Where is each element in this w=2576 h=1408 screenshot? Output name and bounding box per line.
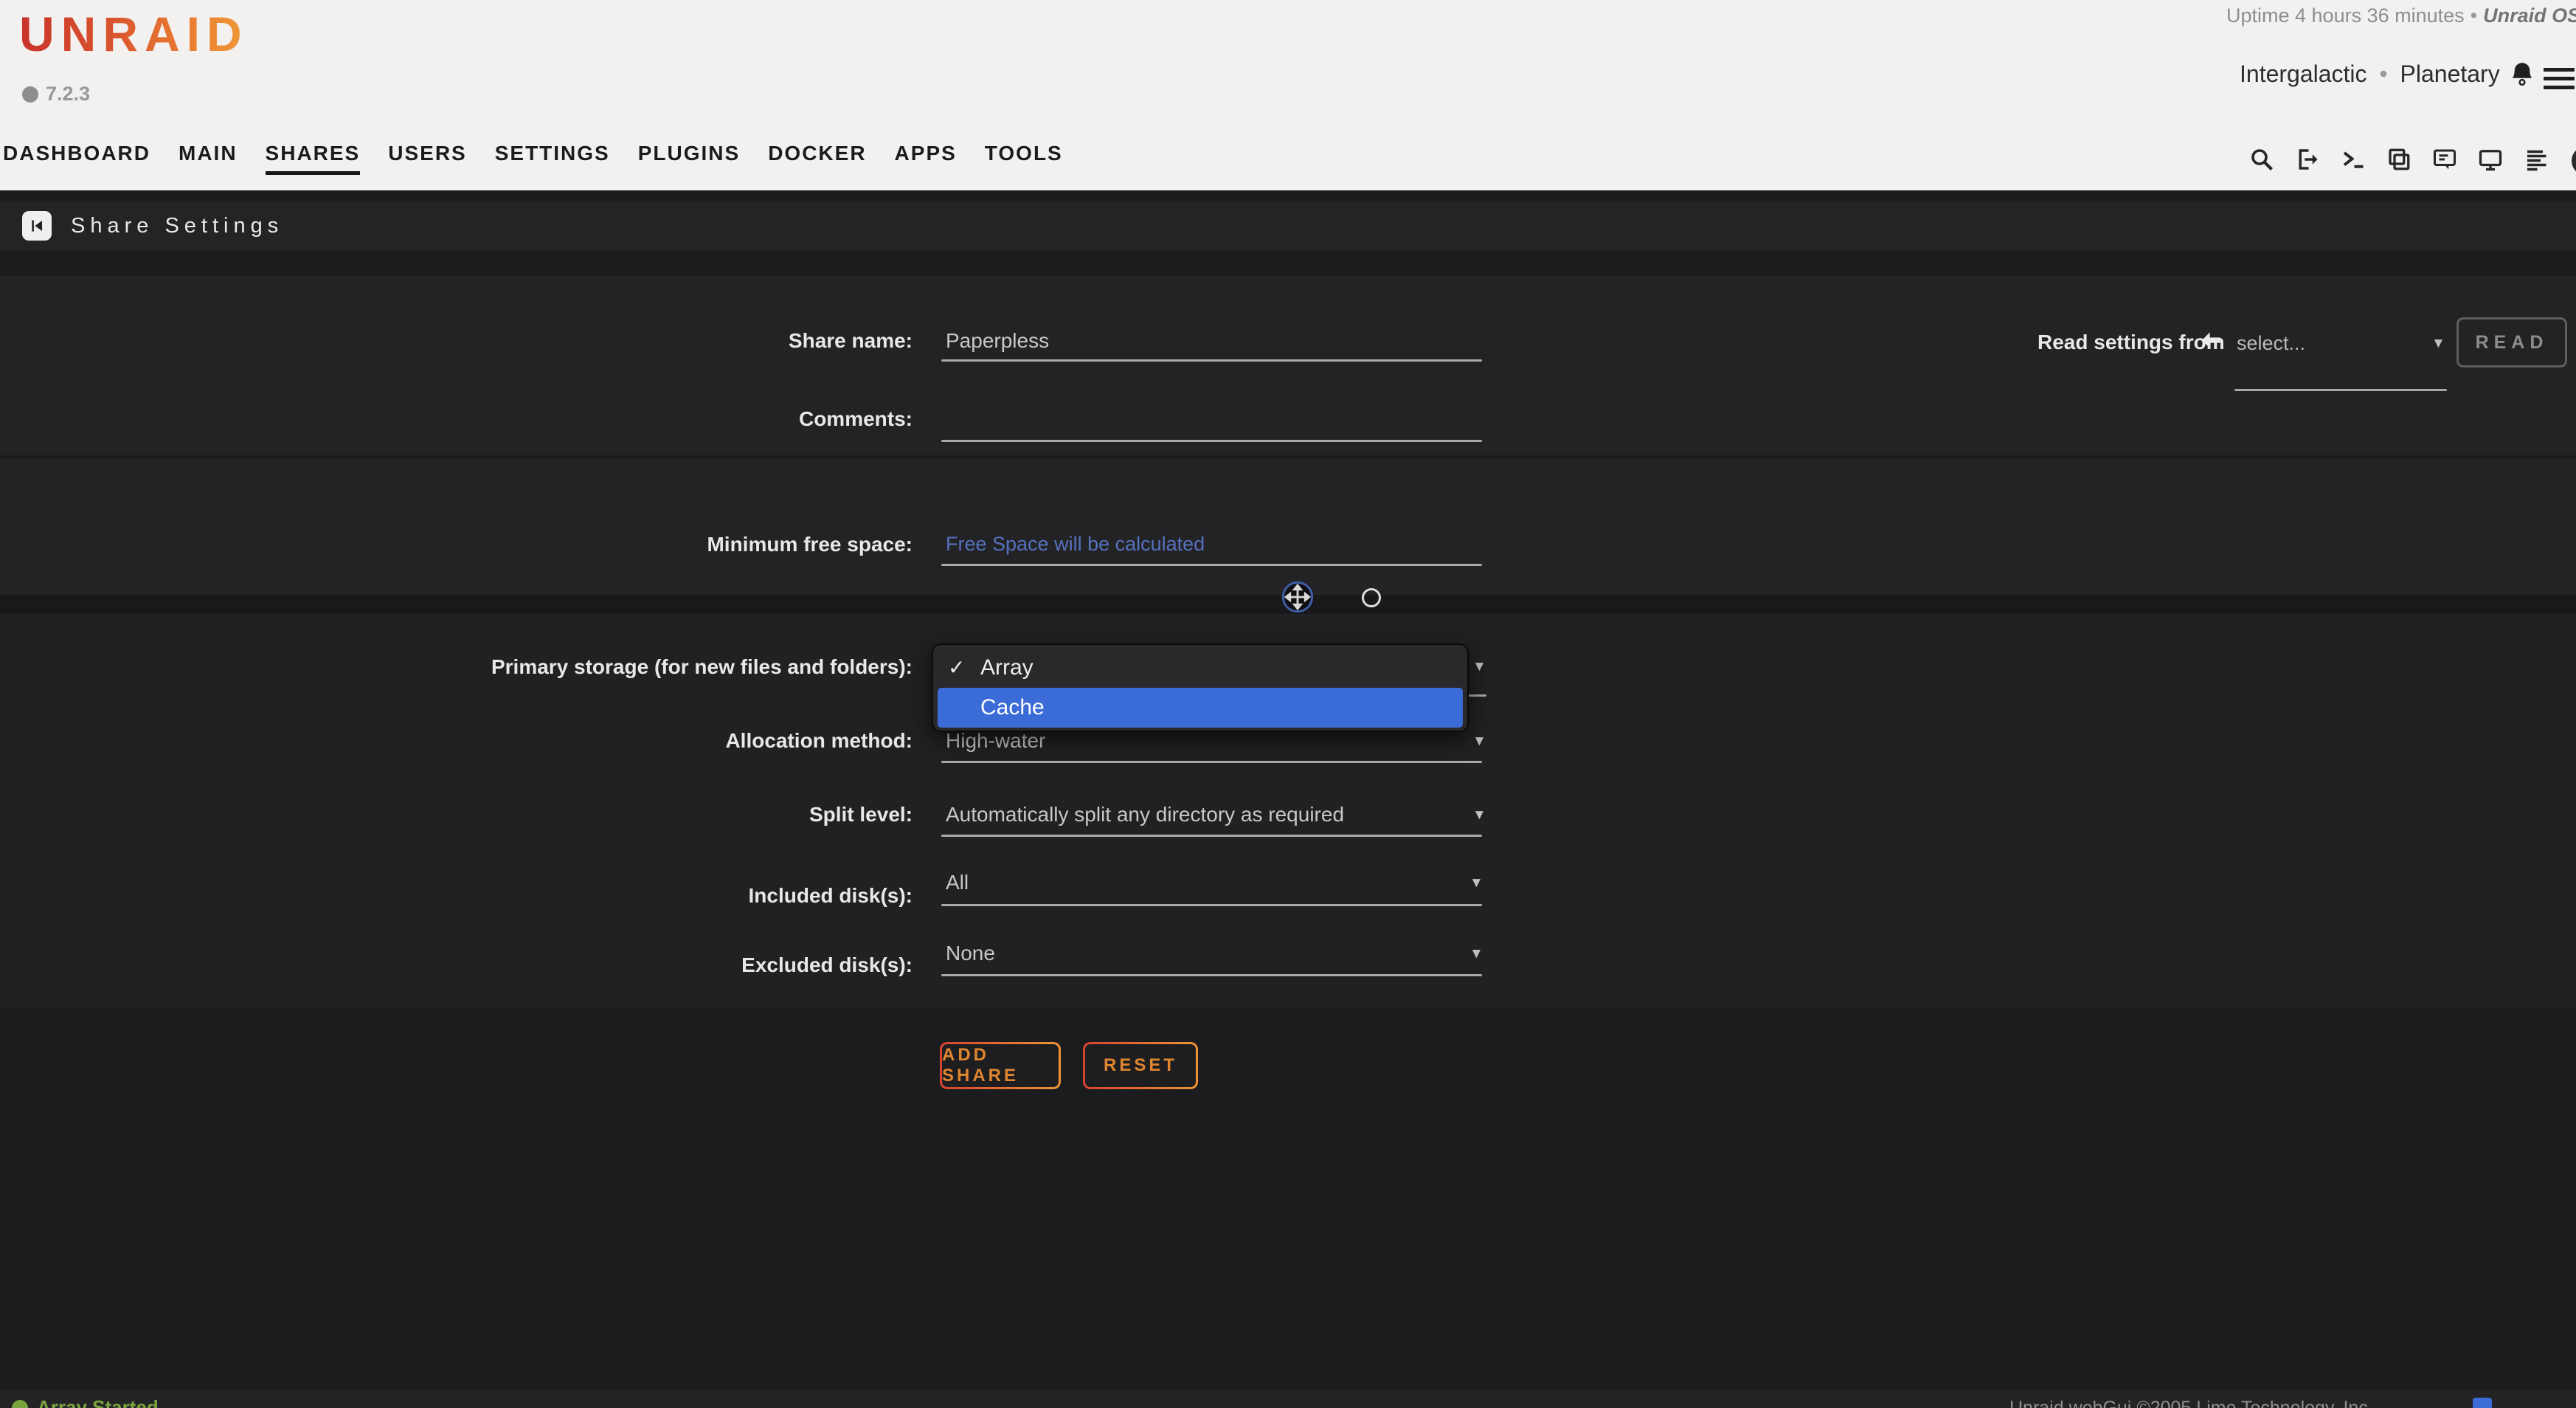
copy-icon[interactable] (2386, 146, 2412, 176)
array-status[interactable]: Array Started (12, 1396, 159, 1408)
read-settings-select[interactable]: select... (2237, 332, 2305, 355)
nav-docker[interactable]: DOCKER (768, 142, 866, 175)
allocation-method-underline (941, 761, 1482, 763)
included-disks-select[interactable]: All (946, 871, 969, 894)
allocation-method-label: Allocation method: (440, 729, 913, 753)
page-title-bar: Share Settings (0, 201, 2576, 251)
share-name-input[interactable]: Paperpless (946, 329, 1049, 353)
feedback-icon[interactable] (2431, 146, 2458, 176)
footer-flag-icon[interactable] (2473, 1398, 2492, 1408)
nav-main[interactable]: MAIN (179, 142, 238, 175)
included-disks-caret-icon[interactable]: ▼ (1469, 875, 1483, 891)
unraid-logo[interactable]: UNRAID (19, 6, 249, 62)
version-label: 7.2.3 (46, 83, 90, 106)
split-level-label: Split level: (440, 803, 913, 826)
nav-dashboard[interactable]: DASHBOARD (3, 142, 150, 175)
nav-settings[interactable]: SETTINGS (495, 142, 610, 175)
footer: Array Started Unraid webGui ©2005 Lime T… (0, 1390, 2576, 1408)
split-level-select[interactable]: Automatically split any directory as req… (946, 803, 1344, 826)
included-disks-label: Included disk(s): (440, 884, 913, 908)
license-text: Unraid OS Starter (2483, 4, 2576, 27)
server-name-line: Intergalactic • Planetary (2240, 61, 2500, 88)
uptime-text: Uptime 4 hours 36 minutes (2226, 4, 2465, 27)
move-cursor-icon (1281, 580, 1315, 614)
server-name: Intergalactic (2240, 61, 2367, 87)
read-settings-label: Read settings from (2037, 331, 2225, 354)
search-icon[interactable] (2248, 146, 2275, 176)
back-button[interactable] (22, 211, 52, 241)
header: UNRAID 7.2.3 Uptime 4 hours 36 minutes•U… (0, 0, 2576, 190)
unraid-screen: UNRAID 7.2.3 Uptime 4 hours 36 minutes•U… (0, 0, 2576, 1408)
included-disks-underline (941, 904, 1482, 906)
uptime-separator: • (2465, 4, 2483, 27)
share-name-underline (941, 359, 1482, 362)
reset-button[interactable]: RESET (1083, 1042, 1198, 1089)
read-button[interactable]: READ (2456, 317, 2567, 367)
read-settings-caret-icon[interactable]: ▼ (2431, 336, 2445, 352)
primary-storage-caret-icon[interactable]: ▼ (1472, 659, 1486, 675)
array-status-icon (12, 1400, 28, 1408)
nav-tools[interactable]: TOOLS (985, 142, 1063, 175)
nav-users[interactable]: USERS (388, 142, 466, 175)
array-status-text: Array Started (37, 1396, 159, 1408)
check-icon: ✓ (948, 648, 965, 688)
read-settings-underline (2234, 389, 2447, 391)
share-name-label: Share name: (440, 329, 913, 353)
dropdown-option-cache[interactable]: Cache (938, 688, 1463, 728)
allocation-method-caret-icon[interactable]: ▼ (1472, 734, 1486, 750)
server-description: Planetary (2400, 61, 2500, 87)
add-share-button[interactable]: ADD SHARE (940, 1042, 1061, 1089)
main-nav: DASHBOARD MAIN SHARES USERS SETTINGS PLU… (3, 142, 1063, 175)
page-title: Share Settings (71, 214, 283, 238)
split-level-caret-icon[interactable]: ▼ (1472, 807, 1486, 824)
section-band-2 (0, 459, 2576, 595)
nav-utility-icons (2248, 146, 2576, 176)
primary-storage-dropdown: ✓ Array Cache (932, 643, 1469, 732)
dropdown-option-array[interactable]: ✓ Array (933, 648, 1467, 688)
arrow-left-icon (2198, 328, 2223, 353)
log-icon[interactable] (2523, 146, 2549, 176)
dropdown-option-label: Cache (980, 695, 1045, 719)
notifications-bell-icon[interactable] (2508, 61, 2536, 90)
footer-copyright: Unraid webGui ©2005 Lime Technology, Inc… (2009, 1398, 2373, 1408)
server-separator: • (2373, 61, 2393, 87)
comments-label: Comments: (440, 407, 913, 431)
nav-plugins[interactable]: PLUGINS (638, 142, 740, 175)
allocation-method-select[interactable]: High-water (946, 729, 1045, 753)
nav-shares[interactable]: SHARES (266, 142, 361, 175)
min-free-space-underline (941, 564, 1482, 566)
nav-apps[interactable]: APPS (895, 142, 957, 175)
excluded-disks-label: Excluded disk(s): (440, 953, 913, 977)
version-line: 7.2.3 (22, 83, 90, 106)
version-badge-icon (22, 86, 38, 103)
logout-icon[interactable] (2294, 146, 2321, 176)
terminal-icon[interactable] (2340, 146, 2366, 176)
menu-hamburger-icon[interactable] (2544, 68, 2575, 94)
dropdown-option-label: Array (980, 655, 1033, 680)
split-level-underline (941, 835, 1482, 837)
min-free-space-input[interactable]: Free Space will be calculated (946, 533, 1205, 556)
primary-storage-label: Primary storage (for new files and folde… (440, 655, 913, 679)
circle-marker-icon (1362, 588, 1381, 607)
excluded-disks-underline (941, 974, 1482, 976)
profile-circle-icon[interactable] (2572, 146, 2576, 176)
excluded-disks-caret-icon[interactable]: ▼ (1469, 946, 1483, 962)
min-free-space-label: Minimum free space: (440, 533, 913, 556)
monitor-icon[interactable] (2477, 146, 2504, 176)
excluded-disks-select[interactable]: None (946, 942, 995, 965)
section-band-1 (0, 276, 2576, 455)
comments-underline (941, 440, 1482, 442)
primary-storage-underline-edge (1467, 694, 1486, 697)
uptime-line: Uptime 4 hours 36 minutes•Unraid OS Star… (2226, 4, 2576, 27)
